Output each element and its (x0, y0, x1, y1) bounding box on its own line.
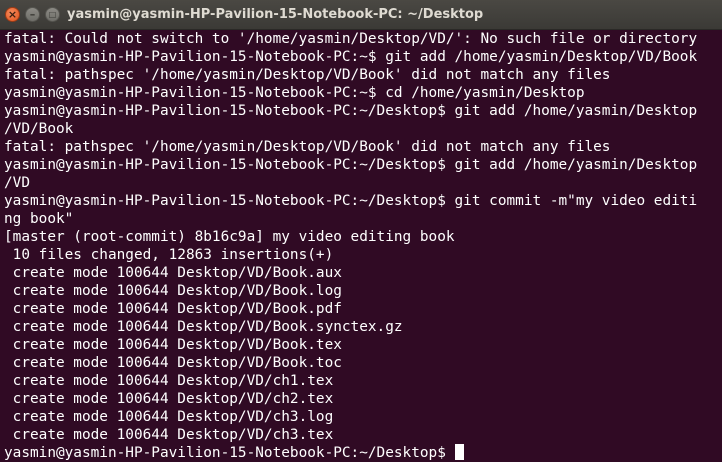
terminal-line: create mode 100644 Desktop/VD/Book.log (4, 283, 342, 299)
terminal-line: create mode 100644 Desktop/VD/ch2.tex (4, 391, 334, 407)
close-icon[interactable]: × (5, 7, 20, 22)
terminal-line: create mode 100644 Desktop/VD/Book.tex (4, 337, 342, 353)
terminal-line: create mode 100644 Desktop/VD/Book.synct… (4, 319, 403, 335)
terminal-lines: fatal: Could not switch to '/home/yasmin… (4, 30, 697, 462)
terminal-line: yasmin@yasmin-HP-Pavilion-15-Notebook-PC… (4, 193, 698, 209)
terminal-line: 10 files changed, 12863 insertions(+) (4, 247, 334, 263)
terminal-output[interactable]: fatal: Could not switch to '/home/yasmin… (0, 30, 722, 462)
terminal-line: create mode 100644 Desktop/VD/ch3.log (4, 409, 334, 425)
terminal-line: ng book" (4, 211, 74, 227)
terminal-line: yasmin@yasmin-HP-Pavilion-15-Notebook-PC… (4, 49, 698, 65)
terminal-line: create mode 100644 Desktop/VD/Book.toc (4, 355, 342, 371)
terminal-line: [master (root-commit) 8b16c9a] my video … (4, 229, 455, 245)
terminal-line: yasmin@yasmin-HP-Pavilion-15-Notebook-PC… (4, 85, 585, 101)
terminal-line: /VD (4, 175, 30, 191)
minimize-icon[interactable]: – (25, 7, 40, 22)
prompt-text: yasmin@yasmin-HP-Pavilion-15-Notebook-PC… (4, 445, 455, 461)
terminal-line: yasmin@yasmin-HP-Pavilion-15-Notebook-PC… (4, 103, 698, 119)
text-cursor (454, 444, 464, 460)
maximize-icon[interactable]: □ (45, 7, 60, 22)
title-bar[interactable]: × – □ yasmin@yasmin-HP-Pavilion-15-Noteb… (0, 0, 722, 30)
terminal-line: create mode 100644 Desktop/VD/ch3.tex (4, 427, 334, 443)
terminal-window: × – □ yasmin@yasmin-HP-Pavilion-15-Noteb… (0, 0, 722, 462)
window-title: yasmin@yasmin-HP-Pavilion-15-Notebook-PC… (67, 7, 484, 22)
terminal-line: fatal: pathspec '/home/yasmin/Desktop/VD… (4, 67, 611, 83)
terminal-line: create mode 100644 Desktop/VD/Book.pdf (4, 301, 342, 317)
prompt-line[interactable]: yasmin@yasmin-HP-Pavilion-15-Notebook-PC… (4, 444, 697, 462)
terminal-line: yasmin@yasmin-HP-Pavilion-15-Notebook-PC… (4, 157, 698, 173)
terminal-line: fatal: pathspec '/home/yasmin/Desktop/VD… (4, 139, 611, 155)
terminal-line: fatal: Could not switch to '/home/yasmin… (4, 31, 698, 47)
terminal-line: create mode 100644 Desktop/VD/ch1.tex (4, 373, 334, 389)
terminal-line: /VD/Book (4, 121, 74, 137)
terminal-line: create mode 100644 Desktop/VD/Book.aux (4, 265, 342, 281)
